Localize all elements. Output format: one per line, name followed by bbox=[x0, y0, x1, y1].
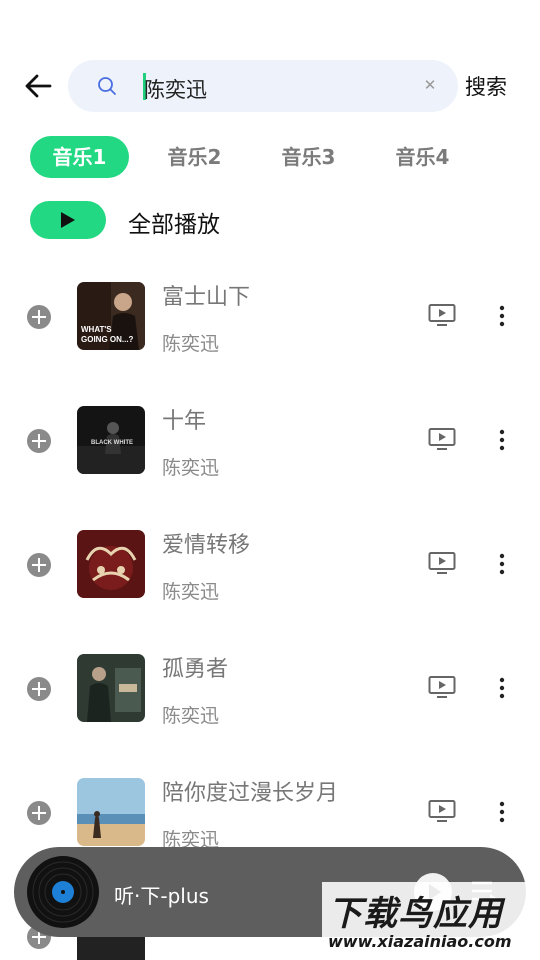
add-icon[interactable] bbox=[27, 429, 51, 453]
search-icon bbox=[98, 77, 116, 95]
mv-icon[interactable] bbox=[428, 551, 456, 575]
now-playing-title: 听·下-plus bbox=[114, 884, 209, 908]
mv-icon[interactable] bbox=[428, 675, 456, 699]
svg-text:BLACK WHITE: BLACK WHITE bbox=[91, 440, 133, 446]
album-cover bbox=[77, 778, 145, 846]
top-bar: 陈奕迅 ✕ 搜索 bbox=[0, 58, 540, 114]
song-artist: 陈奕迅 bbox=[162, 581, 220, 603]
play-all-button[interactable] bbox=[30, 201, 106, 239]
song-row[interactable]: 爱情转移 陈奕迅 bbox=[0, 526, 540, 616]
song-artist: 陈奕迅 bbox=[162, 333, 220, 355]
song-row[interactable]: 孤勇者 陈奕迅 bbox=[0, 650, 540, 740]
back-arrow-icon[interactable] bbox=[22, 72, 54, 100]
song-row[interactable]: BLACK WHITE 十年 陈奕迅 bbox=[0, 402, 540, 492]
category-tabs: 音乐1 音乐2 音乐3 音乐4 bbox=[0, 136, 540, 180]
mv-icon[interactable] bbox=[428, 303, 456, 327]
search-input[interactable]: 陈奕迅 ✕ bbox=[68, 60, 458, 112]
song-title: 孤勇者 bbox=[162, 657, 229, 682]
watermark-title: 下载鸟应用 bbox=[328, 894, 503, 934]
mv-icon[interactable] bbox=[428, 799, 456, 823]
more-vertical-icon[interactable] bbox=[496, 304, 508, 328]
mv-icon[interactable] bbox=[428, 427, 456, 451]
song-row[interactable]: WHAT'S GOING ON...? 富士山下 陈奕迅 bbox=[0, 278, 540, 368]
svg-text:WHAT'S: WHAT'S bbox=[81, 325, 112, 334]
play-all-label: 全部播放 bbox=[128, 212, 220, 238]
tab-music-4[interactable]: 音乐4 bbox=[373, 136, 472, 178]
more-vertical-icon[interactable] bbox=[496, 552, 508, 576]
clear-icon[interactable]: ✕ bbox=[420, 75, 440, 95]
tab-music-1[interactable]: 音乐1 bbox=[30, 136, 129, 178]
tab-music-3[interactable]: 音乐3 bbox=[259, 136, 358, 178]
add-icon[interactable] bbox=[27, 305, 51, 329]
album-cover: WHAT'S GOING ON...? bbox=[77, 282, 145, 350]
play-icon bbox=[61, 212, 75, 228]
song-title: 富士山下 bbox=[162, 285, 251, 310]
more-vertical-icon[interactable] bbox=[496, 800, 508, 824]
album-cover: BLACK WHITE bbox=[77, 406, 145, 474]
album-cover bbox=[77, 530, 145, 598]
add-icon[interactable] bbox=[27, 801, 51, 825]
song-title: 爱情转移 bbox=[162, 533, 251, 558]
song-title: 十年 bbox=[162, 409, 207, 434]
add-icon[interactable] bbox=[27, 677, 51, 701]
tab-music-2[interactable]: 音乐2 bbox=[145, 136, 244, 178]
watermark-url: www.xiazainiao.com bbox=[328, 932, 512, 951]
more-vertical-icon[interactable] bbox=[496, 428, 508, 452]
album-cover bbox=[77, 654, 145, 722]
more-vertical-icon[interactable] bbox=[496, 676, 508, 700]
song-artist: 陈奕迅 bbox=[162, 705, 220, 727]
svg-text:GOING ON...?: GOING ON...? bbox=[81, 335, 134, 344]
add-icon[interactable] bbox=[27, 553, 51, 577]
watermark: 下载鸟应用 www.xiazainiao.com bbox=[322, 882, 540, 956]
song-title: 陪你度过漫长岁月 bbox=[162, 781, 339, 806]
song-artist: 陈奕迅 bbox=[162, 457, 220, 479]
search-button[interactable]: 搜索 bbox=[465, 71, 507, 101]
vinyl-disc-icon bbox=[27, 856, 99, 928]
search-query: 陈奕迅 bbox=[144, 78, 207, 102]
